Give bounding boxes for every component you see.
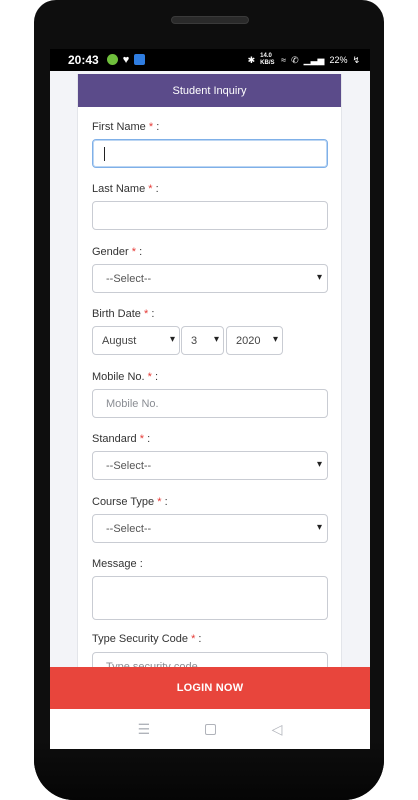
mobile-label: Mobile No. * : xyxy=(92,371,159,383)
first-name-input[interactable] xyxy=(92,139,328,168)
vpn-icon xyxy=(134,54,146,65)
standard-select[interactable]: --Select-- xyxy=(92,451,328,480)
mobile-input[interactable]: Mobile No. xyxy=(92,389,328,418)
inquiry-card: Student Inquiry First Name * : Last Name… xyxy=(77,74,342,724)
card-header: Student Inquiry xyxy=(78,74,341,107)
first-name-label: First Name * : xyxy=(92,121,160,133)
heart-icon: ♥ xyxy=(122,54,130,66)
bluetooth-icon: ✱ xyxy=(247,54,256,65)
login-now-label: LOGIN NOW xyxy=(176,682,244,694)
birth-day-select[interactable]: 3 xyxy=(181,326,224,355)
birth-date-label: Birth Date * : xyxy=(92,308,155,320)
charging-icon: ↯ xyxy=(352,54,360,65)
course-type-select[interactable]: --Select-- xyxy=(92,514,328,543)
network-speed: 14.0 KB/S xyxy=(260,53,275,66)
app-icon-green xyxy=(106,54,118,65)
system-nav-bar: ☰ ◁ xyxy=(50,709,370,749)
last-name-label: Last Name * : xyxy=(92,183,159,195)
earpiece-speaker xyxy=(171,16,249,24)
call-icon: ✆ xyxy=(291,54,299,65)
back-triangle-icon[interactable]: ◁ xyxy=(272,721,283,738)
signal-icon: ▁▃▅ xyxy=(303,54,325,65)
text-caret xyxy=(104,146,105,161)
gender-label: Gender * : xyxy=(92,246,143,258)
menu-icon[interactable]: ☰ xyxy=(138,721,151,738)
wifi-icon: ≈ xyxy=(281,55,287,65)
message-textarea[interactable] xyxy=(92,576,328,620)
standard-label: Standard * : xyxy=(92,433,151,445)
security-code-label: Type Security Code * : xyxy=(92,633,202,645)
form-title: Student Inquiry xyxy=(172,84,247,97)
status-bar: 20:43 ♥ ✱ 14.0 KB/S ≈ ✆ ▁▃▅ 22% ↯ xyxy=(50,49,370,71)
status-time: 20:43 xyxy=(68,53,99,67)
birth-year-select[interactable]: 2020 xyxy=(226,326,283,355)
phone-bottom-shadow xyxy=(34,740,384,800)
course-type-label: Course Type * : xyxy=(92,496,168,508)
mobile-placeholder: Mobile No. xyxy=(106,397,159,410)
login-now-button[interactable]: LOGIN NOW xyxy=(50,667,370,709)
message-label: Message : xyxy=(92,558,143,570)
home-square-icon[interactable] xyxy=(205,723,217,735)
gender-select[interactable]: --Select-- xyxy=(92,264,328,293)
last-name-input[interactable] xyxy=(92,201,328,230)
phone-screen: 20:43 ♥ ✱ 14.0 KB/S ≈ ✆ ▁▃▅ 22% ↯ Studen… xyxy=(50,49,370,749)
battery-level: 22% xyxy=(329,55,348,65)
birth-month-select[interactable]: August xyxy=(92,326,180,355)
